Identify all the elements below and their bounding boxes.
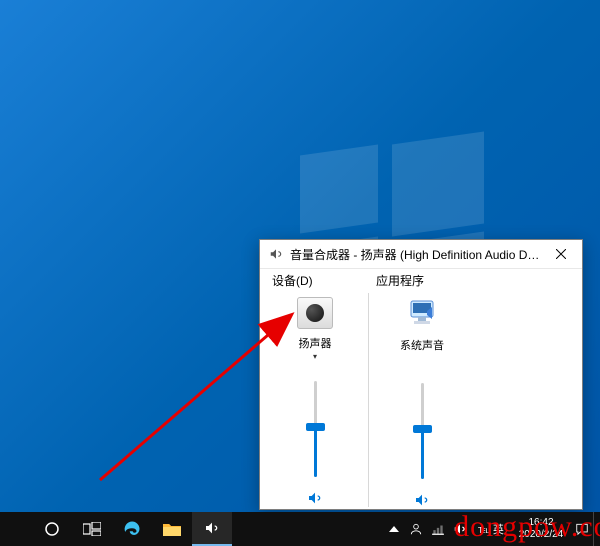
channel-system-sounds: 系统声音 ▾ [373,293,471,507]
desktop: 音量合成器 - 扬声器 (High Definition Audio Devic… [0,0,600,546]
tray-overflow-button[interactable] [383,512,405,546]
system-volume-slider[interactable] [407,383,437,479]
system-tray: ℡ 英 16:42 2020/2/24 [383,512,600,546]
apps-label: 应用程序 [376,272,582,289]
system-sounds-icon[interactable] [405,297,439,331]
separator [368,293,369,507]
time: 16:42 [511,517,571,529]
window-title: 音量合成器 - 扬声器 (High Definition Audio Devic… [290,246,542,263]
show-desktop-button[interactable] [593,512,600,546]
speaker-device-icon[interactable] [297,297,333,329]
volume-mixer-taskbar-button[interactable] [192,512,232,546]
action-center-button[interactable] [571,512,593,546]
volume-mixer-window: 音量合成器 - 扬声器 (High Definition Audio Devic… [259,239,583,510]
section-labels: 设备(D) 应用程序 [260,269,582,291]
file-explorer-button[interactable] [152,512,192,546]
taskbar: ℡ 英 16:42 2020/2/24 [0,512,600,546]
ime-indicator[interactable]: ℡ 英 [471,521,511,537]
volume-icon[interactable] [449,512,471,546]
speaker-name: 扬声器 [299,335,332,351]
network-icon[interactable] [427,512,449,546]
system-sounds-name: 系统声音 [400,337,444,353]
task-view-button[interactable] [72,512,112,546]
clock[interactable]: 16:42 2020/2/24 [511,517,571,541]
date: 2020/2/24 [511,529,571,541]
speaker-mute-button[interactable] [305,489,325,507]
people-icon[interactable] [405,512,427,546]
chevron-down-icon[interactable]: ▾ [313,352,317,361]
cortana-button[interactable] [32,512,72,546]
close-button[interactable] [542,240,580,268]
speaker-volume-slider[interactable] [300,381,330,477]
titlebar[interactable]: 音量合成器 - 扬声器 (High Definition Audio Devic… [260,240,582,269]
speaker-icon [268,246,284,262]
channel-speaker: 扬声器 ▾ [266,293,364,507]
system-mute-button[interactable] [412,491,432,509]
edge-browser-button[interactable] [112,512,152,546]
device-label: 设备(D) [272,272,376,289]
